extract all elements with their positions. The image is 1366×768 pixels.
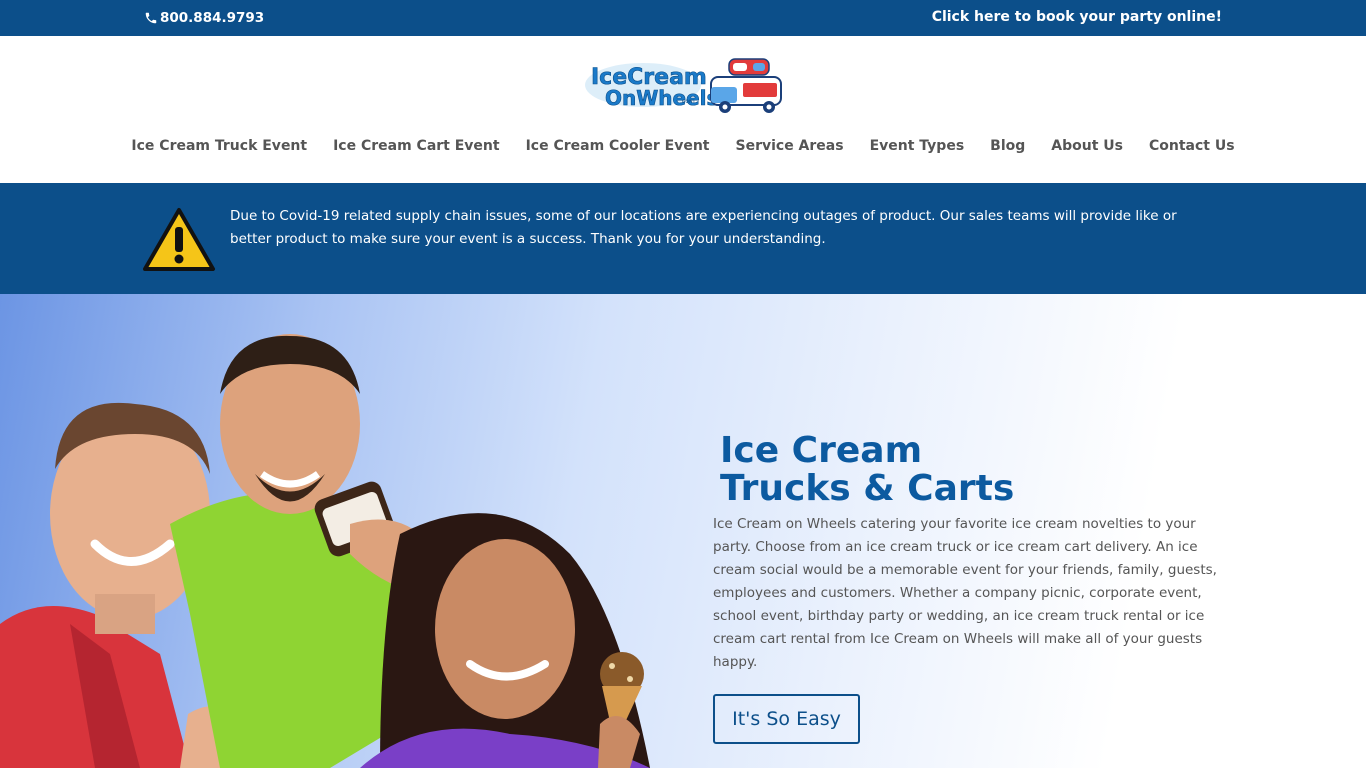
site-logo[interactable]: IceCream OnWheels .com <box>583 57 788 115</box>
nav-item-event-types[interactable]: Event Types <box>857 138 978 154</box>
ice-cream-truck-icon <box>710 58 782 113</box>
logo-suffix: .com <box>680 98 695 105</box>
phone-icon <box>145 12 157 24</box>
nav-item-service-areas[interactable]: Service Areas <box>722 138 856 154</box>
phone-text: 800.884.9793 <box>160 10 265 26</box>
nav-item-ice-cream-truck-event[interactable]: Ice Cream Truck Event <box>118 138 320 154</box>
hero-heading-line1: Ice Cream <box>720 430 922 471</box>
covid-alert-banner: Due to Covid-19 related supply chain iss… <box>0 183 1366 294</box>
book-party-link[interactable]: Click here to book your party online! <box>932 9 1222 25</box>
hero-section: Ice Cream Trucks & Carts Ice Cream on Wh… <box>0 294 1366 768</box>
alert-message: Due to Covid-19 related supply chain iss… <box>230 208 1177 247</box>
main-nav: Ice Cream Truck Event Ice Cream Cart Eve… <box>0 138 1366 154</box>
nav-item-about-us[interactable]: About Us <box>1038 138 1136 154</box>
hero-heading: Ice Cream Trucks & Carts <box>720 430 1014 508</box>
nav-item-blog[interactable]: Blog <box>977 138 1038 154</box>
its-so-easy-button[interactable]: It's So Easy <box>713 694 860 744</box>
nav-item-ice-cream-cart-event[interactable]: Ice Cream Cart Event <box>320 138 513 154</box>
logo-text-line2: OnWheels <box>605 86 718 110</box>
hero-heading-line2: Trucks & Carts <box>720 468 1014 508</box>
warning-icon <box>143 208 215 271</box>
site-header: IceCream OnWheels .com Ice Cream Truck E… <box>0 36 1366 183</box>
top-bar: 800.884.9793 Click here to book your par… <box>0 0 1366 36</box>
nav-item-ice-cream-cooler-event[interactable]: Ice Cream Cooler Event <box>513 138 723 154</box>
nav-item-contact-us[interactable]: Contact Us <box>1136 138 1248 154</box>
phone-number[interactable]: 800.884.9793 <box>144 10 264 26</box>
hero-description: Ice Cream on Wheels catering your favori… <box>713 516 1217 670</box>
hero-people-image <box>0 334 650 768</box>
